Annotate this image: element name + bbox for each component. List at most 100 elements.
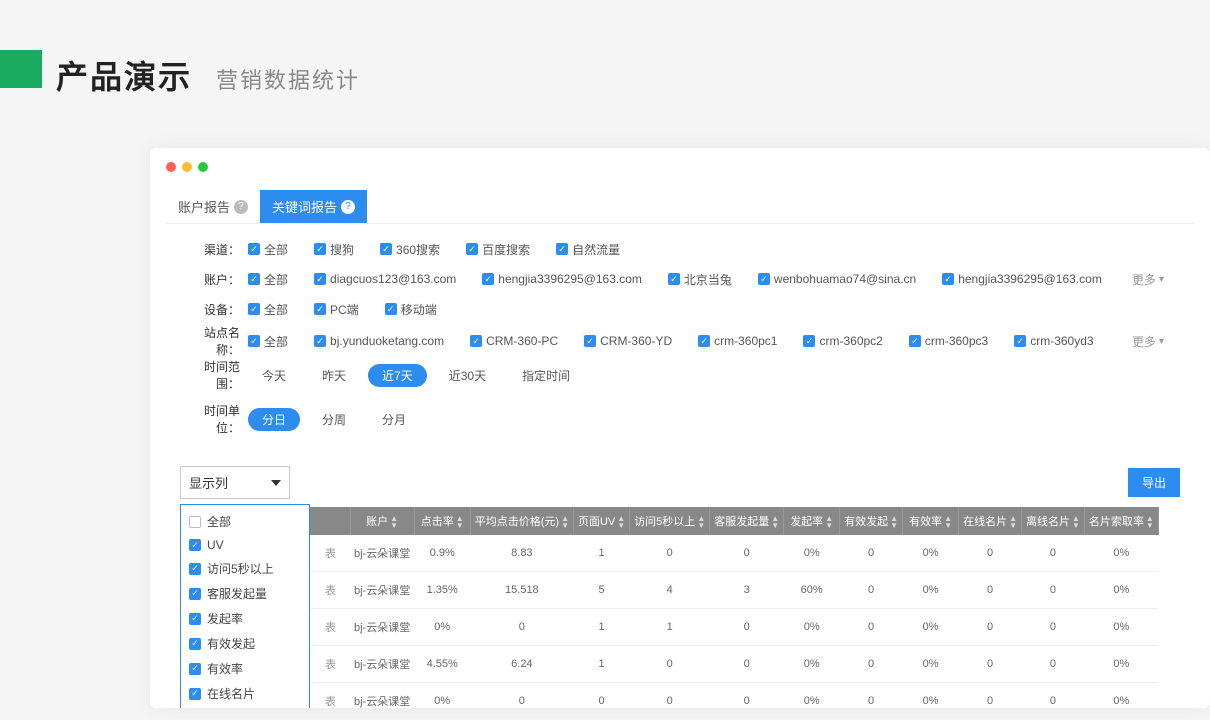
maximize-dot[interactable]	[198, 162, 208, 172]
sort-icon: ▲▼	[456, 515, 464, 529]
filter-checkbox[interactable]: ✓百度搜索	[466, 241, 530, 258]
filter-checkbox[interactable]: ✓hengjia3396295@163.com	[482, 272, 642, 286]
table-cell: 6.24	[470, 646, 573, 683]
table-header-cell[interactable]: 离线名片▲▼	[1022, 507, 1085, 535]
filter-device: 设备： ✓全部✓PC端✓移动端	[186, 294, 1194, 324]
more-toggle[interactable]: 更多▾	[1132, 333, 1164, 350]
more-label: 更多	[1132, 333, 1156, 350]
table-cell: 0	[470, 609, 573, 646]
filter-checkbox[interactable]: ✓搜狗	[314, 241, 354, 258]
range-option[interactable]: 今天	[248, 364, 300, 387]
minimize-dot[interactable]	[182, 162, 192, 172]
table-header-cell[interactable]: 页面UV▲▼	[573, 507, 629, 535]
column-option[interactable]: 全部	[181, 509, 309, 534]
filter-checkbox[interactable]: ✓crm-360pc1	[698, 334, 777, 348]
export-button[interactable]: 导出	[1128, 468, 1180, 497]
close-dot[interactable]	[166, 162, 176, 172]
table-header-cell[interactable]: 访问5秒以上▲▼	[630, 507, 710, 535]
header-label: 有效发起	[844, 516, 888, 528]
checkbox-icon: ✓	[189, 539, 201, 551]
filter-checkbox[interactable]: ✓全部	[248, 271, 288, 288]
more-toggle[interactable]: 更多▾	[1132, 271, 1164, 288]
sort-icon: ▲▼	[390, 515, 398, 529]
checkbox-icon: ✓	[758, 273, 770, 285]
sort-icon: ▲▼	[825, 515, 833, 529]
table-header-cell[interactable]: 客服发起量▲▼	[710, 507, 784, 535]
filter-checkbox[interactable]: ✓crm-360pc3	[909, 334, 988, 348]
column-option[interactable]: ✓有效发起	[181, 631, 309, 656]
range-option[interactable]: 分日	[248, 408, 300, 431]
tab-keyword-report[interactable]: 关键词报告 ?	[260, 190, 367, 223]
column-option[interactable]: ✓离线名片	[181, 706, 309, 708]
range-option[interactable]: 分周	[308, 408, 360, 431]
range-option[interactable]: 近7天	[368, 364, 427, 387]
help-icon[interactable]: ?	[234, 200, 248, 214]
chevron-down-icon: ▾	[1159, 274, 1164, 285]
column-option[interactable]: ✓客服发起量	[181, 581, 309, 606]
table-cell: 0	[840, 535, 903, 572]
table-cell: 0	[1022, 572, 1085, 609]
range-option[interactable]: 分月	[368, 408, 420, 431]
filter-site: 站点名称： ✓全部✓bj.yunduoketang.com✓CRM-360-PC…	[186, 324, 1194, 358]
filter-checkbox[interactable]: ✓PC端	[314, 301, 359, 318]
table-cell: 0	[1022, 646, 1085, 683]
table-cell: 4	[630, 572, 710, 609]
sort-icon: ▲▼	[1009, 515, 1017, 529]
table-header-cell[interactable]: 点击率▲▼	[414, 507, 470, 535]
filter-checkbox[interactable]: ✓bj.yunduoketang.com	[314, 334, 444, 348]
filter-checkbox[interactable]: ✓diagcuos123@163.com	[314, 272, 456, 286]
table-header-cell[interactable]: 平均点击价格(元)▲▼	[470, 507, 573, 535]
tab-label: 关键词报告	[272, 197, 337, 216]
table-header-cell[interactable]: 有效发起▲▼	[840, 507, 903, 535]
filter-checkbox[interactable]: ✓CRM-360-PC	[470, 334, 558, 348]
table-cell: 0%	[1084, 572, 1158, 609]
table-header-cell[interactable]: 发起率▲▼	[784, 507, 840, 535]
checkbox-icon: ✓	[248, 303, 260, 315]
filter-checkbox[interactable]: ✓crm-360pc2	[803, 334, 882, 348]
filter-checkbox[interactable]: ✓crm-360yd3	[1014, 334, 1093, 348]
column-option[interactable]: ✓UV	[181, 534, 309, 556]
filter-item-label: 自然流量	[572, 241, 620, 258]
column-option[interactable]: ✓有效率	[181, 656, 309, 681]
column-option[interactable]: ✓在线名片	[181, 681, 309, 706]
page-header: 产品演示 营销数据统计	[0, 0, 1210, 118]
checkbox-icon: ✓	[385, 303, 397, 315]
range-option[interactable]: 昨天	[308, 364, 360, 387]
column-select[interactable]: 显示列	[180, 466, 290, 499]
filter-checkbox[interactable]: ✓CRM-360-YD	[584, 334, 672, 348]
table-header-cell[interactable]: 在线名片▲▼	[959, 507, 1022, 535]
help-icon[interactable]: ?	[341, 200, 355, 214]
filter-checkbox[interactable]: ✓全部	[248, 241, 288, 258]
sort-icon: ▲▼	[1146, 515, 1154, 529]
column-option-label: 客服发起量	[207, 585, 267, 602]
filter-item-label: hengjia3396295@163.com	[498, 272, 642, 286]
filter-checkbox[interactable]: ✓wenbohuamao74@sina.cn	[758, 272, 916, 286]
table-cell: 0%	[784, 609, 840, 646]
filter-checkbox[interactable]: ✓北京当兔	[668, 271, 732, 288]
filter-label: 时间单位：	[186, 402, 248, 436]
column-option-label: 访问5秒以上	[207, 560, 274, 577]
table-cell: bj-云朵课堂	[350, 609, 414, 646]
filter-checkbox[interactable]: ✓自然流量	[556, 241, 620, 258]
filter-checkbox[interactable]: ✓hengjia3396295@163.com	[942, 272, 1102, 286]
table-cell: 0%	[1084, 535, 1158, 572]
checkbox-icon: ✓	[248, 243, 260, 255]
range-option[interactable]: 指定时间	[508, 364, 584, 387]
table-header-cell[interactable]: 名片索取率▲▼	[1084, 507, 1158, 535]
column-option[interactable]: ✓访问5秒以上	[181, 556, 309, 581]
filter-checkbox[interactable]: ✓ 全部	[248, 301, 288, 318]
filter-checkbox[interactable]: ✓全部	[248, 333, 288, 350]
tab-account-report[interactable]: 账户报告 ?	[166, 190, 260, 223]
table-cell: 0%	[903, 609, 959, 646]
filter-checkbox[interactable]: ✓移动端	[385, 301, 437, 318]
range-option[interactable]: 近30天	[435, 364, 500, 387]
table-header-cell[interactable]: 有效率▲▼	[903, 507, 959, 535]
header-label: 点击率	[421, 516, 454, 528]
table-cell: 0%	[784, 535, 840, 572]
column-option[interactable]: ✓发起率	[181, 606, 309, 631]
filter-checkbox[interactable]: ✓360搜索	[380, 241, 440, 258]
sort-icon: ▲▼	[697, 515, 705, 529]
table-header-cell[interactable]: 账户▲▼	[350, 507, 414, 535]
filter-item-label: 全部	[264, 301, 288, 318]
column-dropdown[interactable]: 全部✓UV✓访问5秒以上✓客服发起量✓发起率✓有效发起✓有效率✓在线名片✓离线名…	[180, 504, 310, 708]
